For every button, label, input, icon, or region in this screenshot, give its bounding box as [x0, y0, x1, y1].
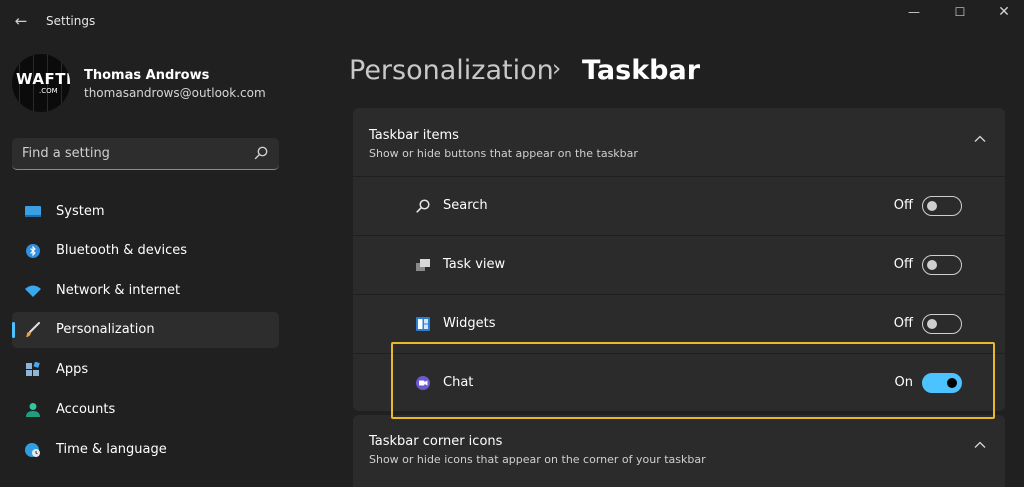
- toggle-knob: [927, 319, 937, 329]
- card-title: Taskbar items: [369, 128, 459, 143]
- row-label: Search: [443, 198, 488, 213]
- sidebar-item-label: Accounts: [56, 402, 116, 417]
- taskbar-row-task-view: Task view Off: [353, 235, 1005, 294]
- row-label: Task view: [443, 257, 506, 272]
- chevron-up-icon[interactable]: [973, 440, 987, 450]
- taskbar-corner-icons-card: Taskbar corner icons Show or hide icons …: [353, 415, 1005, 487]
- avatar-logo-text: WAFTR: [16, 70, 70, 88]
- taskbar-row-chat: Chat On: [353, 353, 1005, 412]
- wifi-icon: [25, 285, 41, 297]
- row-label: Chat: [443, 375, 474, 390]
- page-title: Taskbar: [582, 55, 701, 86]
- taskbar-items-card: Taskbar items Show or hide buttons that …: [353, 108, 1005, 411]
- paintbrush-icon: [26, 322, 40, 337]
- chat-icon: [416, 376, 430, 390]
- sidebar-item-label: System: [56, 204, 105, 219]
- user-email: thomasandrows@outlook.com: [84, 86, 266, 100]
- sidebar-item-label: Apps: [56, 362, 89, 377]
- toggle-state-label: Off: [893, 198, 913, 213]
- title-bar: ← Settings — ☐ ✕: [0, 0, 1024, 44]
- toggle-knob: [927, 260, 937, 270]
- back-arrow-icon[interactable]: ←: [10, 10, 32, 32]
- taskbar-corner-icons-header[interactable]: Taskbar corner icons Show or hide icons …: [353, 415, 1005, 483]
- task-view-toggle[interactable]: [922, 255, 962, 275]
- card-subtitle: Show or hide icons that appear on the co…: [369, 453, 706, 466]
- app-title: Settings: [46, 14, 96, 28]
- search-box: [12, 138, 279, 170]
- chevron-up-icon[interactable]: [973, 134, 987, 144]
- selection-indicator: [12, 322, 15, 338]
- toggle-state-label: Off: [893, 257, 913, 272]
- minimize-button[interactable]: —: [892, 3, 936, 23]
- sidebar-item-network[interactable]: Network & internet: [12, 273, 279, 309]
- sidebar-item-accounts[interactable]: Accounts: [12, 392, 279, 428]
- sidebar-item-label: Time & language: [56, 442, 167, 457]
- close-button[interactable]: ✕: [982, 3, 1024, 23]
- chat-toggle[interactable]: [922, 373, 962, 393]
- maximize-button[interactable]: ☐: [938, 3, 982, 23]
- sidebar-item-bluetooth[interactable]: Bluetooth & devices: [12, 233, 279, 269]
- task-view-icon: [416, 259, 430, 271]
- breadcrumb-separator: ›: [552, 56, 562, 82]
- search-icon[interactable]: [253, 145, 269, 161]
- toggle-knob: [927, 201, 937, 211]
- sidebar-item-apps[interactable]: Apps: [12, 352, 279, 388]
- avatar-logo-subtext: .COM: [39, 87, 58, 95]
- sidebar-item-personalization[interactable]: Personalization: [12, 312, 279, 348]
- globe-clock-icon: [25, 443, 40, 457]
- widgets-toggle[interactable]: [922, 314, 962, 334]
- user-name: Thomas Androws: [84, 68, 210, 83]
- bluetooth-icon: [26, 244, 40, 258]
- toggle-state-label: Off: [893, 316, 913, 331]
- card-title: Taskbar corner icons: [369, 434, 503, 449]
- apps-icon: [26, 362, 40, 376]
- breadcrumb-parent[interactable]: Personalization: [349, 55, 554, 86]
- toggle-knob: [947, 378, 957, 388]
- system-display-icon: [25, 206, 41, 217]
- sidebar-item-label: Network & internet: [56, 283, 181, 298]
- search-icon: [416, 199, 430, 213]
- taskbar-row-widgets: Widgets Off: [353, 294, 1005, 353]
- sidebar-item-label: Personalization: [56, 322, 155, 337]
- search-toggle[interactable]: [922, 196, 962, 216]
- sidebar-item-label: Bluetooth & devices: [56, 243, 187, 258]
- avatar[interactable]: WAFTR .COM: [12, 54, 70, 112]
- sidebar-item-time-language[interactable]: Time & language: [12, 432, 279, 468]
- row-label: Widgets: [443, 316, 496, 331]
- taskbar-row-search: Search Off: [353, 176, 1005, 235]
- card-subtitle: Show or hide buttons that appear on the …: [369, 147, 638, 160]
- search-input[interactable]: [22, 138, 242, 169]
- toggle-state-label: On: [894, 375, 913, 390]
- taskbar-items-header[interactable]: Taskbar items Show or hide buttons that …: [353, 108, 1005, 176]
- sidebar-item-system[interactable]: System: [12, 194, 279, 230]
- widgets-icon: [416, 317, 430, 331]
- person-icon: [26, 403, 40, 417]
